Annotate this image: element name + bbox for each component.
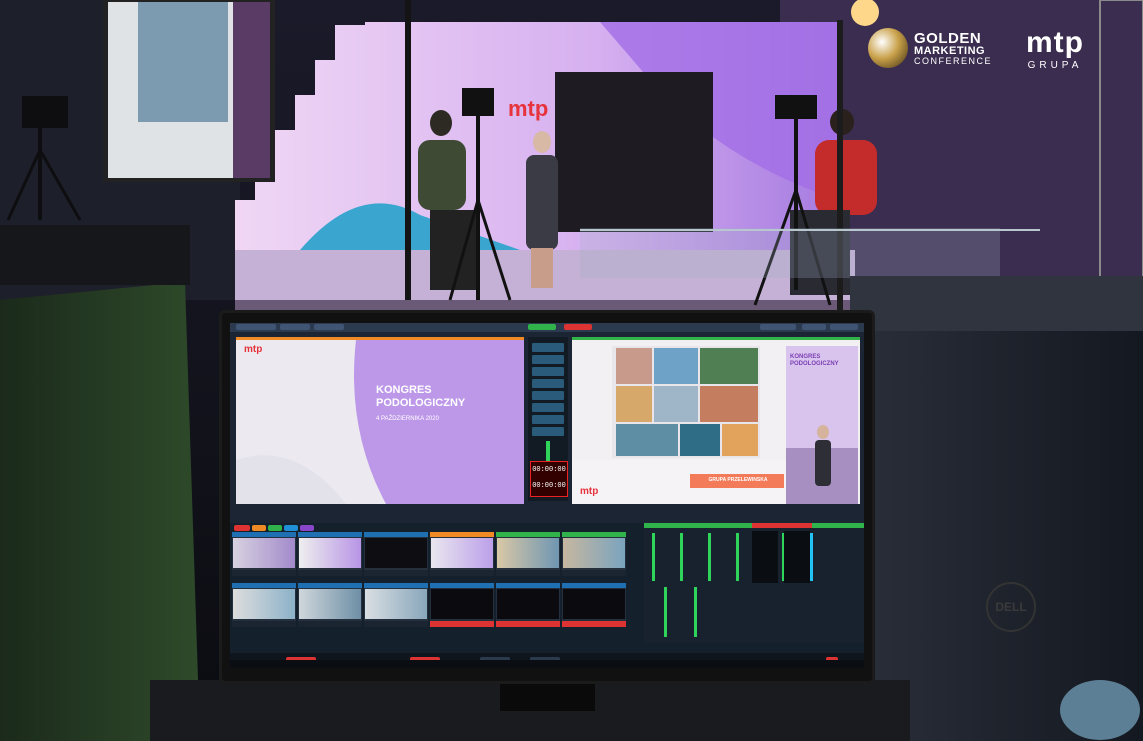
left-display-img	[138, 2, 228, 122]
left-rack-top	[0, 225, 190, 285]
mtp-logo-text: mtp	[1026, 26, 1084, 59]
menu-pill[interactable]	[802, 324, 826, 330]
monitor-stand	[500, 681, 595, 711]
preview-date: 4 PAŹDZIERNIKA 2020	[376, 416, 439, 422]
transition-button[interactable]	[532, 379, 564, 388]
golden-logo-text: GOLDEN MARKETING CONFERENCE	[914, 31, 992, 66]
stage-center-screen	[555, 72, 713, 232]
person-right-body	[815, 140, 877, 215]
audio-fader[interactable]	[708, 533, 711, 581]
mixer-header-red	[752, 523, 812, 528]
audio-fader[interactable]	[680, 533, 683, 581]
input-tile[interactable]	[562, 583, 626, 627]
audio-fader[interactable]	[652, 533, 655, 581]
glass-railing	[580, 228, 1000, 278]
input-tile[interactable]	[496, 583, 560, 627]
clock-bottom: 00:00:00	[532, 482, 566, 490]
countdown-clock: 00:00:00 00:00:00	[530, 461, 568, 497]
person-left-body	[418, 140, 466, 210]
golden-marketing-logo: GOLDEN MARKETING CONFERENCE	[868, 28, 992, 68]
preview-title-line1: KONGRES	[376, 384, 432, 396]
grupa-logo-text: GRUPA	[1027, 60, 1083, 71]
menu-pill[interactable]	[280, 324, 310, 330]
golden-line-2: MARKETING	[914, 44, 986, 57]
program-side-title-1: KONGRES	[790, 354, 821, 360]
menu-pill[interactable]	[830, 324, 858, 330]
transition-button[interactable]	[532, 355, 564, 364]
input-tile[interactable]	[562, 532, 626, 576]
camera-center	[462, 88, 494, 116]
photo-scene: mtp GOLDEN MARKETING CONFERENCE mtp GRUP…	[0, 0, 1143, 741]
transition-button[interactable]	[532, 391, 564, 400]
audio-mixer	[644, 523, 864, 643]
meter-block	[784, 531, 810, 583]
stage-brand: mtp	[508, 96, 549, 121]
person-left-head	[430, 110, 452, 136]
tab-strip	[234, 525, 320, 531]
menu-pill[interactable]	[314, 324, 344, 330]
input-tile[interactable]	[496, 532, 560, 576]
audio-fader[interactable]	[664, 587, 667, 637]
switcher-screen: mtp KONGRES PODOLOGICZNY 4 PAŹDZIERNIKA …	[230, 323, 864, 668]
golden-line-3: CONFERENCE	[914, 55, 993, 66]
transition-button[interactable]	[532, 415, 564, 424]
mtp-grupa-logo: mtp GRUPA	[1026, 26, 1084, 72]
tab-output[interactable]	[564, 324, 592, 330]
preview-brand: mtp	[244, 344, 263, 355]
audio-fader[interactable]	[694, 587, 697, 637]
input-tile[interactable]	[298, 532, 362, 576]
preview-window[interactable]: mtp KONGRES PODOLOGICZNY 4 PAŹDZIERNIKA …	[236, 337, 524, 504]
tab-preview[interactable]	[528, 324, 556, 330]
input-tile[interactable]	[430, 583, 494, 627]
cup	[1060, 680, 1140, 740]
preview-title: KONGRES PODOLOGICZNY 4 PAŹDZIERNIKA 2020	[376, 384, 465, 426]
input-tile[interactable]	[298, 583, 362, 627]
input-tile[interactable]	[232, 583, 296, 627]
person-center-head	[533, 131, 551, 153]
left-rack	[0, 282, 200, 741]
preview-title-line2: PODOLOGICZNY	[376, 397, 466, 409]
menu-pill[interactable]	[760, 324, 796, 330]
program-footer-brand: mtp	[580, 486, 599, 497]
person-center-legs	[531, 248, 553, 288]
menu-pill[interactable]	[236, 324, 276, 330]
globe-icon	[868, 28, 908, 68]
tab-strip-item[interactable]	[252, 525, 266, 531]
tab-strip-item[interactable]	[284, 525, 298, 531]
tab-strip-item[interactable]	[268, 525, 282, 531]
meter-block	[752, 531, 778, 583]
golden-line-1: GOLDEN	[914, 29, 982, 47]
program-side-title-2: PODOLOGICZNY	[790, 361, 839, 367]
left-display-side	[233, 2, 270, 178]
camera-right	[775, 95, 817, 119]
clock-top: 00:00:00	[532, 466, 566, 474]
audio-fader[interactable]	[810, 533, 813, 581]
program-window[interactable]: KONGRES PODOLOGICZNY mtp GRUPA PRZELEWIN…	[572, 337, 860, 504]
audio-fader[interactable]	[736, 533, 739, 581]
right-tower-top	[850, 276, 1143, 331]
production-monitor: mtp KONGRES PODOLOGICZNY 4 PAŹDZIERNIKA …	[222, 313, 872, 681]
transition-button[interactable]	[532, 343, 564, 352]
transition-button[interactable]	[532, 403, 564, 412]
input-tile[interactable]	[364, 583, 428, 627]
program-side-title: KONGRES PODOLOGICZNY	[790, 354, 839, 368]
camera-left	[22, 96, 68, 128]
right-tower	[850, 278, 1143, 741]
dell-logo: DELL	[986, 582, 1036, 632]
transition-button[interactable]	[532, 427, 564, 436]
stage-floor-edge	[235, 300, 855, 310]
windows-taskbar	[230, 660, 864, 668]
program-banner: GRUPA PRZELEWINSKA	[708, 477, 768, 483]
tab-strip-item[interactable]	[234, 525, 250, 531]
tab-strip-item[interactable]	[300, 525, 314, 531]
transition-button[interactable]	[532, 367, 564, 376]
switcher-top-bar	[230, 323, 864, 332]
input-tile[interactable]	[232, 532, 296, 576]
input-tile[interactable]	[430, 532, 494, 576]
input-tile[interactable]	[364, 532, 428, 576]
person-center-body	[526, 155, 558, 250]
